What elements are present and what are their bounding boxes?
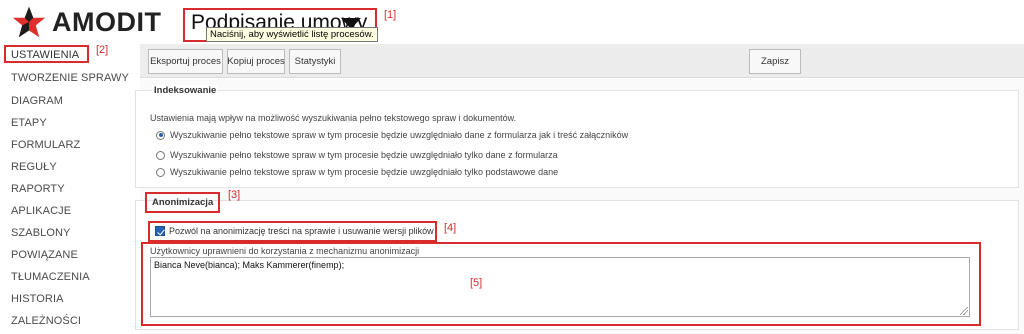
- radio-button[interactable]: [156, 150, 165, 160]
- callout-4: [4]: [444, 222, 457, 234]
- indexing-title: Indeksowanie: [152, 85, 219, 96]
- callout-5: [5]: [470, 277, 483, 289]
- indexing-option-3[interactable]: Wyszukiwanie pełno tekstowe spraw w tym …: [156, 166, 558, 178]
- callout-3: [3]: [228, 189, 241, 201]
- copy-process-button[interactable]: Kopiuj proces: [227, 49, 285, 74]
- radio-button[interactable]: [156, 130, 165, 140]
- callout-2: [2]: [96, 44, 109, 56]
- sidebar-item-etapy[interactable]: ETAPY: [11, 117, 47, 129]
- sidebar-item-raporty[interactable]: RAPORTY: [11, 183, 65, 195]
- export-process-button[interactable]: Eksportuj proces: [148, 49, 223, 74]
- sidebar-item-szablony[interactable]: SZABLONY: [11, 227, 71, 239]
- sidebar-item-tworzenie-sprawy[interactable]: TWORZENIE SPRAWY: [11, 72, 129, 84]
- sidebar-item-reguly[interactable]: REGUŁY: [11, 161, 57, 173]
- toolbar: Eksportuj proces Kopiuj proces Statystyk…: [140, 44, 1024, 78]
- sidebar-item-diagram[interactable]: DIAGRAM: [11, 95, 63, 107]
- sidebar-item-aplikacje[interactable]: APLIKACJE: [11, 205, 71, 217]
- sidebar-item-tlumaczenia[interactable]: TŁUMACZENIA: [11, 271, 90, 283]
- indexing-option-label: Wyszukiwanie pełno tekstowe spraw w tym …: [170, 150, 558, 160]
- anonymization-checkbox-row[interactable]: Pozwól na anonimizację treści na sprawie…: [155, 226, 434, 236]
- logo-text: AMODIT: [52, 6, 162, 37]
- amodit-logo[interactable]: AMODIT: [12, 4, 180, 40]
- save-button[interactable]: Zapisz: [749, 49, 801, 74]
- radio-button[interactable]: [156, 167, 165, 177]
- resize-grip-icon[interactable]: [960, 307, 968, 315]
- sidebar-item-formularz[interactable]: FORMULARZ: [11, 139, 80, 151]
- anonymization-checkbox[interactable]: [155, 226, 165, 236]
- sidebar-item-ustawienia[interactable]: USTAWIENIA: [11, 49, 79, 61]
- sidebar-item-historia[interactable]: HISTORIA: [11, 293, 64, 305]
- statistics-button[interactable]: Statystyki: [289, 49, 341, 74]
- sidebar-item-powiazane[interactable]: POWIĄZANE: [11, 249, 78, 261]
- indexing-description: Ustawienia mają wpływ na możliwość wyszu…: [150, 113, 517, 123]
- anonymization-checkbox-label: Pozwól na anonimizację treści na sprawie…: [169, 226, 434, 236]
- indexing-option-1[interactable]: Wyszukiwanie pełno tekstowe spraw w tym …: [156, 129, 628, 141]
- anonymization-users-input[interactable]: Bianca Neve(bianca); Maks Kammerer(finem…: [150, 257, 970, 317]
- process-tooltip: Naciśnij, aby wyświetlić listę procesów.: [206, 27, 378, 42]
- star-logo-icon: [12, 6, 46, 38]
- indexing-option-label: Wyszukiwanie pełno tekstowe spraw w tym …: [170, 167, 559, 177]
- anonymization-users-label: Użytkownicy uprawnieni do korzystania z …: [150, 246, 420, 256]
- indexing-option-2[interactable]: Wyszukiwanie pełno tekstowe spraw w tym …: [156, 149, 558, 161]
- indexing-option-label: Wyszukiwanie pełno tekstowe spraw w tym …: [170, 130, 629, 140]
- callout-1: [1]: [384, 9, 397, 21]
- anonymization-title: Anonimizacja: [152, 197, 214, 208]
- sidebar-item-zaleznosci[interactable]: ZALEŻNOŚCI: [11, 315, 81, 327]
